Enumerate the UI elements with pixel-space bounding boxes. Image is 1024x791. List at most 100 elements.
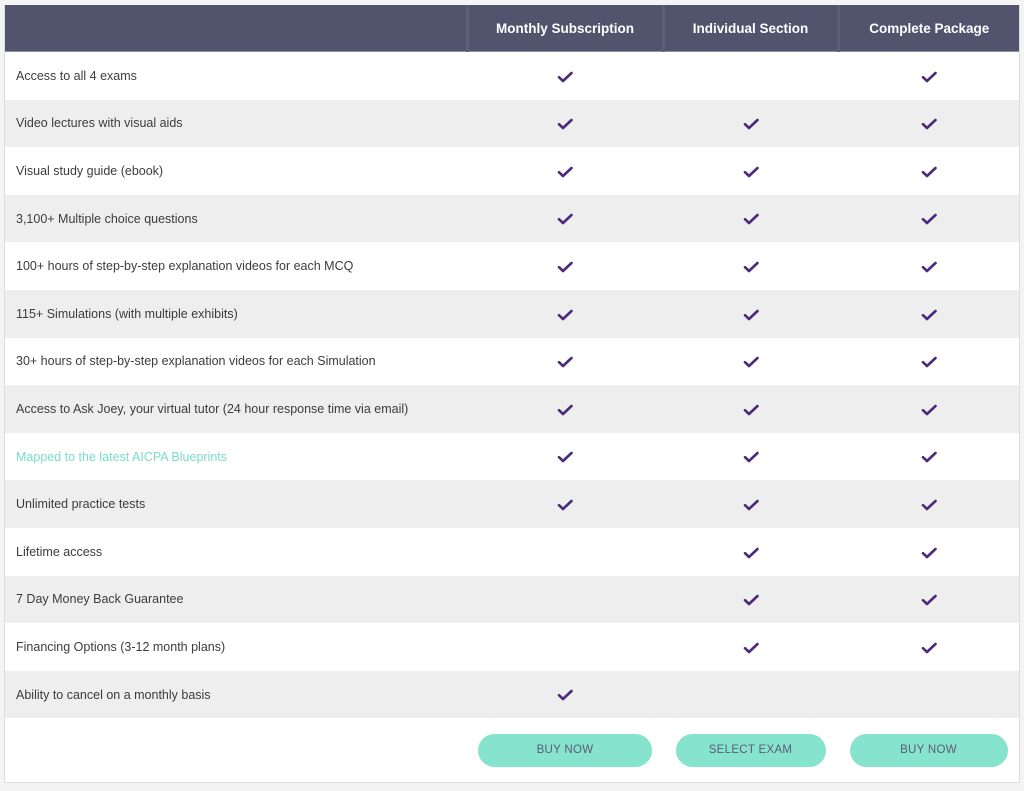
feature-cell-monthly xyxy=(467,289,663,338)
table-row: Unlimited practice tests xyxy=(5,480,1019,528)
check-icon xyxy=(921,450,937,463)
check-icon xyxy=(557,117,573,130)
check-icon xyxy=(743,498,759,511)
check-icon xyxy=(557,260,573,273)
feature-cell-monthly xyxy=(467,51,663,100)
feature-cell-individual xyxy=(663,51,838,100)
feature-rows: Access to all 4 exams Video lectures with… xyxy=(5,51,1019,719)
feature-cell-individual xyxy=(663,242,838,290)
feature-cell-complete xyxy=(838,480,1019,528)
header-feature-column xyxy=(5,5,469,52)
check-icon xyxy=(921,641,937,653)
table-row: Ability to cancel on a monthly basis xyxy=(5,670,1019,719)
header-complete-package: Complete Package xyxy=(838,5,1019,52)
feature-label: Unlimited practice tests xyxy=(5,480,467,528)
check-icon xyxy=(557,498,573,511)
check-icon xyxy=(743,546,759,558)
table-row: Access to all 4 exams xyxy=(5,51,1019,100)
feature-cell-individual xyxy=(663,432,838,481)
feature-label: Ability to cancel on a monthly basis xyxy=(5,670,467,719)
monthly-buy-now-button[interactable]: BUY NOW xyxy=(478,733,652,767)
check-icon xyxy=(921,165,937,178)
feature-cell-monthly xyxy=(467,527,663,576)
check-icon xyxy=(743,260,759,273)
check-icon xyxy=(921,498,937,511)
feature-cell-individual xyxy=(663,527,838,576)
feature-cell-complete xyxy=(838,51,1019,100)
feature-cell-monthly xyxy=(467,670,663,719)
table-row: Lifetime access xyxy=(5,527,1019,576)
complete-buy-now-button[interactable]: BUY NOW xyxy=(849,733,1008,767)
cta-empty-cell xyxy=(5,718,467,783)
feature-cell-complete xyxy=(838,432,1019,481)
check-icon xyxy=(921,403,937,416)
feature-cell-complete xyxy=(838,242,1019,290)
feature-cell-monthly xyxy=(467,623,663,671)
check-icon xyxy=(921,593,937,606)
feature-label: 30+ hours of step-by-step explanation vi… xyxy=(5,337,467,386)
check-icon xyxy=(921,117,937,130)
feature-cell-complete xyxy=(838,670,1019,719)
table-row: 3,100+ Multiple choice questions xyxy=(5,194,1019,243)
feature-cell-monthly xyxy=(467,575,663,624)
check-icon xyxy=(743,117,759,130)
cta-cell-monthly: BUY NOW xyxy=(467,718,663,783)
feature-cell-individual xyxy=(663,99,838,148)
check-icon xyxy=(743,593,759,606)
feature-cell-individual xyxy=(663,623,838,671)
feature-cell-complete xyxy=(838,623,1019,671)
feature-label: Financing Options (3-12 month plans) xyxy=(5,623,467,671)
feature-label-link[interactable]: Mapped to the latest AICPA Blueprints xyxy=(5,432,467,481)
check-icon xyxy=(743,641,759,653)
feature-cell-individual xyxy=(663,194,838,243)
table-row: 30+ hours of step-by-step explanation vi… xyxy=(5,337,1019,386)
feature-cell-complete xyxy=(838,527,1019,576)
table-row: Mapped to the latest AICPA Blueprints xyxy=(5,432,1019,481)
feature-cell-monthly xyxy=(467,147,663,195)
check-icon xyxy=(743,212,759,225)
check-icon xyxy=(921,355,937,368)
feature-cell-individual xyxy=(663,337,838,386)
header-individual-section: Individual Section xyxy=(663,5,840,52)
check-icon xyxy=(557,355,573,368)
check-icon xyxy=(557,165,573,178)
feature-label: 7 Day Money Back Guarantee xyxy=(5,575,467,624)
feature-cell-monthly xyxy=(467,99,663,148)
table-header-row: Monthly Subscription Individual Section … xyxy=(5,5,1019,52)
feature-cell-monthly xyxy=(467,242,663,290)
feature-cell-complete xyxy=(838,337,1019,386)
feature-cell-individual xyxy=(663,575,838,624)
check-icon xyxy=(921,70,937,82)
feature-label: 3,100+ Multiple choice questions xyxy=(5,194,467,243)
table-row: 100+ hours of step-by-step explanation v… xyxy=(5,242,1019,290)
feature-label: Visual study guide (ebook) xyxy=(5,147,467,195)
feature-cell-individual xyxy=(663,289,838,338)
feature-cell-complete xyxy=(838,99,1019,148)
table-row: Financing Options (3-12 month plans) xyxy=(5,623,1019,671)
feature-label: 115+ Simulations (with multiple exhibits… xyxy=(5,289,467,338)
table-row: Access to Ask Joey, your virtual tutor (… xyxy=(5,385,1019,433)
comparison-table: Monthly Subscription Individual Section … xyxy=(5,5,1019,783)
check-icon xyxy=(557,450,573,463)
check-icon xyxy=(743,403,759,416)
feature-cell-individual xyxy=(663,147,838,195)
feature-label: Access to all 4 exams xyxy=(5,51,467,100)
check-icon xyxy=(921,308,937,320)
individual-select-exam-button[interactable]: SELECT EXAM xyxy=(675,733,826,767)
check-icon xyxy=(921,260,937,273)
check-icon xyxy=(743,308,759,320)
check-icon xyxy=(743,165,759,178)
cta-cell-complete: BUY NOW xyxy=(838,718,1019,783)
feature-label: Lifetime access xyxy=(5,527,467,576)
table-row: 115+ Simulations (with multiple exhibits… xyxy=(5,289,1019,338)
feature-cell-monthly xyxy=(467,385,663,433)
header-monthly-subscription: Monthly Subscription xyxy=(467,5,665,52)
pricing-comparison-table: Monthly Subscription Individual Section … xyxy=(4,5,1020,784)
table-row: Visual study guide (ebook) xyxy=(5,147,1019,195)
feature-cell-monthly xyxy=(467,194,663,243)
check-icon xyxy=(921,546,937,558)
feature-cell-individual xyxy=(663,385,838,433)
feature-cell-monthly xyxy=(467,432,663,481)
check-icon xyxy=(557,688,573,701)
check-icon xyxy=(743,355,759,368)
